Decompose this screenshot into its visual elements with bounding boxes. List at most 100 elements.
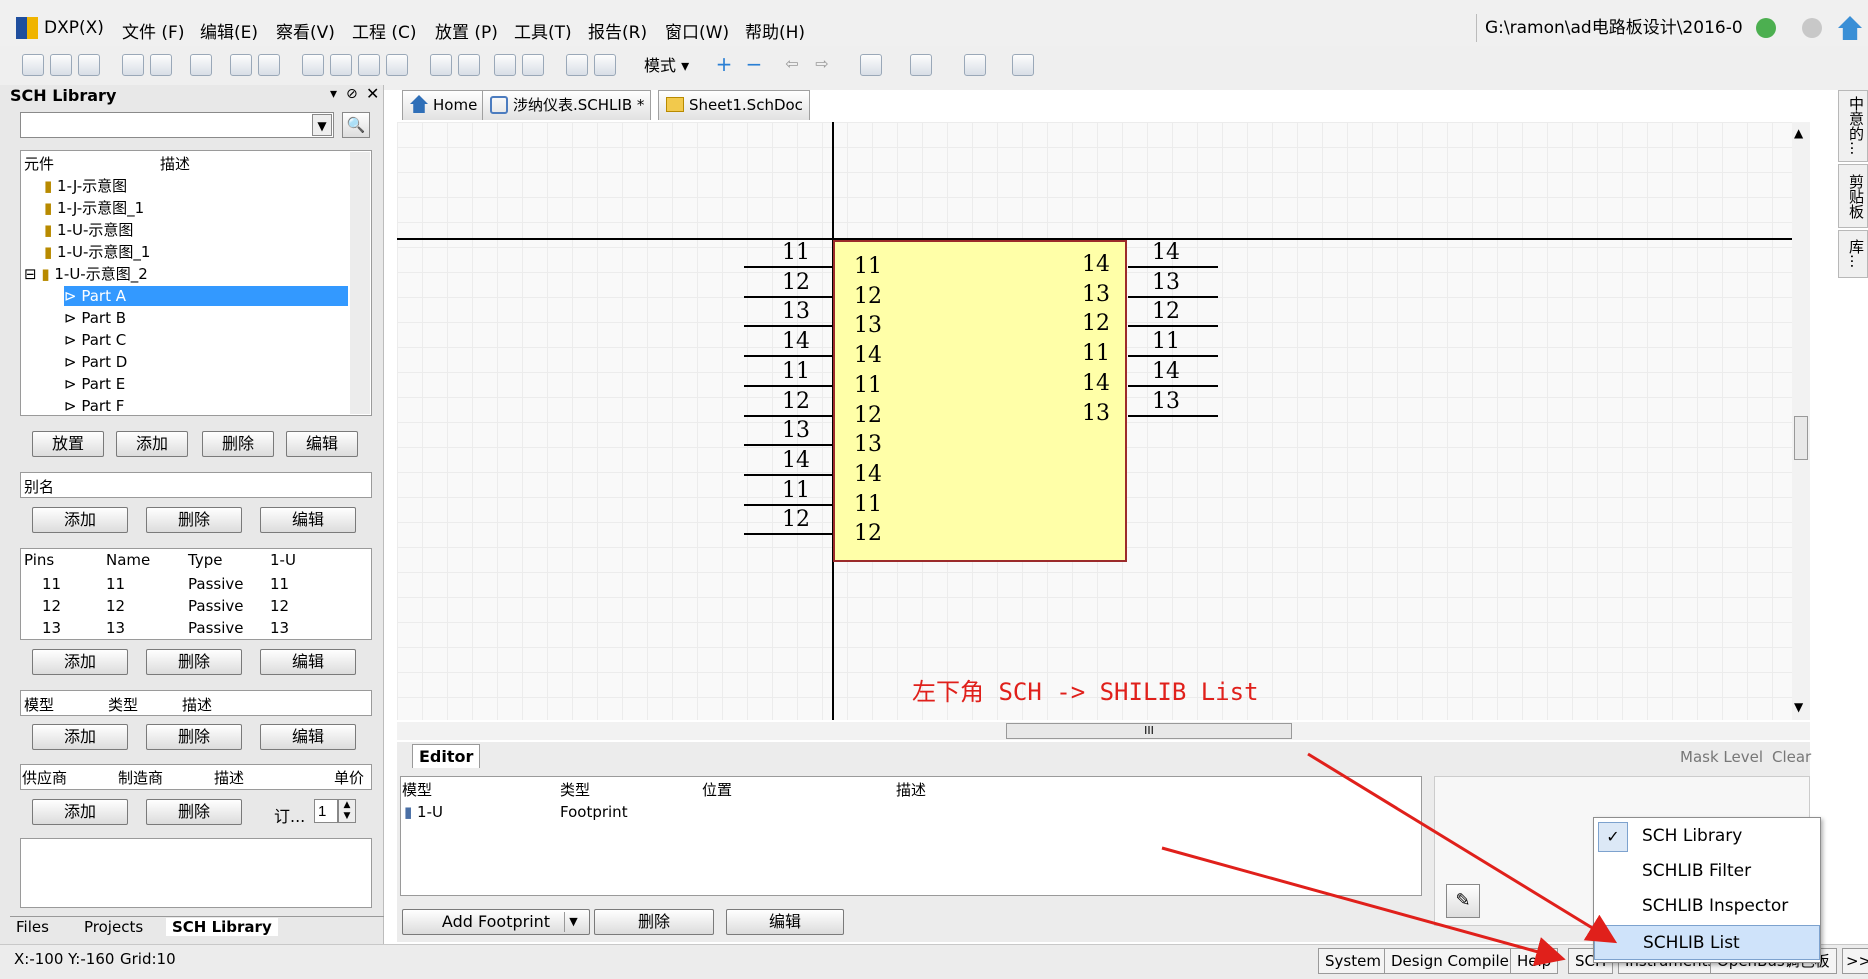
cut-icon[interactable]	[302, 54, 324, 76]
part-item[interactable]: ⊳ Part C	[64, 330, 126, 350]
status-tab-design-compiler[interactable]: Design Compiler	[1384, 948, 1523, 974]
copy-icon[interactable]	[330, 54, 352, 76]
previous-part-icon[interactable]: ⇦	[782, 54, 802, 74]
right-pin-line[interactable]	[1128, 384, 1218, 387]
delete-pin-button[interactable]: 删除	[146, 649, 242, 675]
search-icon[interactable]: 🔍	[342, 112, 370, 138]
library-search-input[interactable]	[20, 112, 334, 138]
move-icon[interactable]	[458, 54, 480, 76]
part-item[interactable]: ⊳ Part A	[64, 286, 348, 306]
drawing-tools-icon[interactable]	[910, 54, 932, 76]
right-pin-line[interactable]	[1128, 414, 1218, 417]
hscroll-thumb[interactable]: III	[1006, 723, 1292, 739]
pins-col-name[interactable]: Name	[106, 551, 150, 569]
dxp-logo-icon[interactable]	[16, 17, 38, 39]
left-pin-line[interactable]	[744, 414, 832, 417]
status-more-button[interactable]: >>	[1842, 948, 1868, 974]
delete-model-button[interactable]: 删除	[146, 724, 242, 750]
popup-item-schlib-inspector[interactable]: SCHLIB Inspector	[1594, 889, 1820, 924]
preview-tool-icon[interactable]: ✎	[1446, 884, 1480, 918]
tab-favorites[interactable]: 中意的...	[1838, 90, 1868, 162]
editor-col-desc[interactable]: 描述	[896, 779, 926, 800]
model-col-desc[interactable]: 描述	[182, 694, 212, 715]
edit-footprint-button[interactable]: 编辑	[726, 909, 844, 935]
editor-col-position[interactable]: 位置	[702, 779, 732, 800]
add-part-icon[interactable]: +	[714, 54, 734, 74]
add-model-button[interactable]: 添加	[32, 724, 128, 750]
delete-supplier-button[interactable]: 删除	[146, 799, 242, 825]
new-file-icon[interactable]	[22, 54, 44, 76]
doc-tab-sheet1[interactable]: Sheet1.SchDoc	[658, 90, 810, 120]
search-dropdown-icon[interactable]: ▼	[312, 114, 332, 136]
grid-icon[interactable]	[964, 54, 986, 76]
add-footprint-button[interactable]: Add Footprint	[402, 909, 590, 935]
doc-tab-schlib[interactable]: 涉纳仪表.SCHLIB *	[482, 90, 652, 120]
next-part-icon[interactable]: ⇨	[812, 54, 832, 74]
tab-clipboard[interactable]: 剪贴板	[1838, 164, 1868, 228]
delete-alias-button[interactable]: 删除	[146, 507, 242, 533]
order-quantity-input[interactable]	[314, 799, 338, 823]
quantity-stepper[interactable]: ▲ ▼	[338, 799, 356, 823]
list-item[interactable]: ▮ 1-U-示意图	[44, 220, 133, 240]
pins-col-type[interactable]: Type	[188, 551, 222, 569]
zoom-in-icon[interactable]	[230, 54, 252, 76]
components-col-name[interactable]: 元件	[24, 153, 54, 174]
edit-component-button[interactable]: 编辑	[286, 431, 358, 457]
menu-dxp[interactable]: DXP(X)	[44, 18, 104, 38]
menu-view[interactable]: 察看(V)	[276, 18, 335, 43]
clear-filter-icon[interactable]	[522, 54, 544, 76]
status-tab-help[interactable]: Help	[1510, 948, 1559, 974]
vscroll-thumb[interactable]	[1794, 416, 1808, 460]
list-item[interactable]: ▮ 1-J-示意图	[44, 176, 127, 196]
save-icon[interactable]	[78, 54, 100, 76]
select-area-icon[interactable]	[430, 54, 452, 76]
add-component-button[interactable]: 添加	[116, 431, 188, 457]
menu-reports[interactable]: 报告(R)	[588, 18, 647, 43]
part-item[interactable]: ⊳ Part E	[64, 374, 125, 394]
left-pin-line[interactable]	[744, 444, 832, 447]
pin-panel-icon[interactable]: ⊘	[346, 86, 358, 102]
open-file-icon[interactable]	[50, 54, 72, 76]
edit-alias-button[interactable]: 编辑	[260, 507, 356, 533]
part-item[interactable]: ⊳ Part B	[64, 308, 126, 328]
remove-part-icon[interactable]: −	[744, 54, 764, 74]
ieee-symbols-icon[interactable]	[860, 54, 882, 76]
forward-nav-icon[interactable]	[1802, 18, 1822, 38]
mask-level-button[interactable]: Mask Level	[1680, 748, 1763, 766]
supplier-col-manufacturer[interactable]: 制造商	[118, 767, 163, 788]
components-col-desc[interactable]: 描述	[160, 153, 190, 174]
browse-icon[interactable]	[190, 54, 212, 76]
vscroll-up-icon[interactable]: ▲	[1794, 126, 1803, 140]
delete-footprint-button[interactable]: 删除	[594, 909, 714, 935]
menu-tools[interactable]: 工具(T)	[514, 18, 572, 43]
tab-projects[interactable]: Projects	[84, 918, 143, 936]
print-icon[interactable]	[122, 54, 144, 76]
add-footprint-dropdown-icon[interactable]: ▼	[564, 912, 582, 932]
menu-window[interactable]: 窗口(W)	[665, 18, 729, 43]
popup-item-sch-library[interactable]: SCH Library	[1594, 819, 1820, 854]
tab-sch-library[interactable]: SCH Library	[166, 918, 278, 936]
supplier-col-desc[interactable]: 描述	[214, 767, 244, 788]
list-item[interactable]: ▮ 1-J-示意图_1	[44, 198, 144, 218]
place-button[interactable]: 放置	[32, 431, 104, 457]
close-panel-icon[interactable]: ✕	[366, 84, 379, 103]
add-alias-button[interactable]: 添加	[32, 507, 128, 533]
menu-project[interactable]: 工程 (C)	[352, 18, 417, 43]
left-pin-line[interactable]	[744, 295, 832, 298]
back-nav-icon[interactable]	[1756, 18, 1776, 38]
supplier-col-supplier[interactable]: 供应商	[22, 767, 67, 788]
right-pin-line[interactable]	[1128, 355, 1218, 358]
right-pin-line[interactable]	[1128, 295, 1218, 298]
editor-tab[interactable]: Editor	[412, 744, 481, 768]
editor-col-type[interactable]: 类型	[560, 779, 590, 800]
path-dropdown[interactable]: G:\ramon\ad电路板设计\2016-0	[1476, 14, 1748, 42]
edit-model-button[interactable]: 编辑	[260, 724, 356, 750]
collapse-icon[interactable]: ⊟	[24, 265, 41, 283]
add-pin-button[interactable]: 添加	[32, 649, 128, 675]
menu-edit[interactable]: 编辑(E)	[200, 18, 258, 43]
edit-pin-button[interactable]: 编辑	[260, 649, 356, 675]
editor-col-model[interactable]: 模型	[402, 779, 432, 800]
add-supplier-button[interactable]: 添加	[32, 799, 128, 825]
pins-col-part[interactable]: 1-U	[270, 551, 296, 569]
menu-help[interactable]: 帮助(H)	[745, 18, 805, 43]
